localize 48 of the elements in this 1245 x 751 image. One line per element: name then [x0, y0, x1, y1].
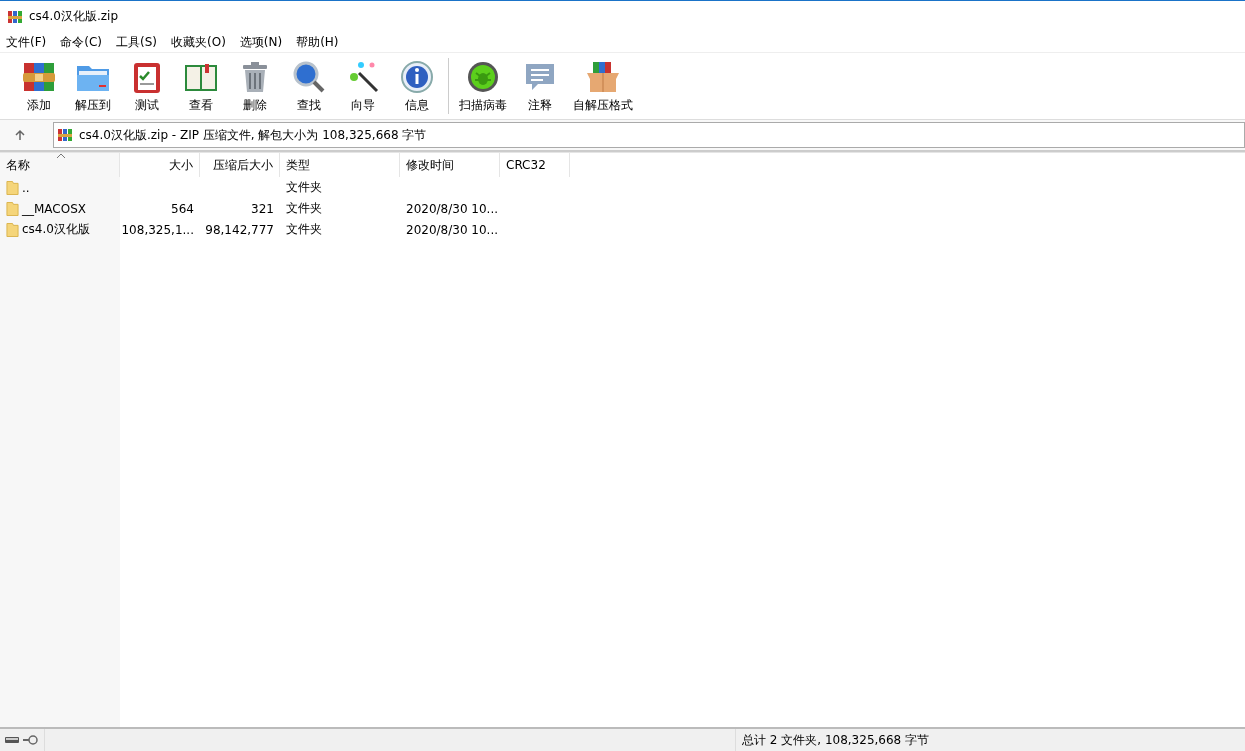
info-icon [399, 58, 435, 95]
column-header[interactable]: 修改时间 [400, 153, 500, 177]
table-cell: 98,142,777 [205, 222, 274, 237]
table-cell: 564 [171, 201, 194, 216]
up-arrow-icon[interactable] [14, 129, 26, 141]
table-cell: 2020/8/30 10... [406, 222, 499, 237]
toolbar-button[interactable]: 自解压格式 [567, 56, 639, 116]
table-cell: 文件夹 [286, 179, 322, 196]
drive-icon [4, 735, 20, 745]
status-text: 总计 2 文件夹, 108,325,668 字节 [742, 732, 930, 747]
sort-caret-icon [56, 153, 66, 159]
menu-item[interactable]: 命令(C) [60, 33, 102, 51]
menu-item[interactable]: 收藏夹(O) [171, 33, 226, 51]
address-field[interactable]: cs4.0汉化版.zip - ZIP 压缩文件, 解包大小为 108,325,668 字节 [53, 122, 1245, 148]
column-header[interactable]: 压缩后大小 [200, 153, 280, 177]
column-header[interactable]: CRC32 [500, 153, 570, 177]
toolbar-button[interactable]: 注释 [513, 56, 567, 116]
toolbar-button[interactable]: 删除 [228, 56, 282, 116]
table-cell: 108,325,1... [121, 222, 194, 237]
toolbar-button[interactable]: 向导 [336, 56, 390, 116]
key-icon [22, 735, 38, 745]
table-cell: 文件夹 [286, 200, 322, 217]
column-header[interactable]: 类型 [280, 153, 400, 177]
window-title: cs4.0汉化版.zip [29, 8, 118, 25]
toolbar-button[interactable]: 解压到 [66, 56, 120, 116]
archive-books-icon [57, 127, 73, 143]
table-cell: 321 [251, 201, 274, 216]
table-cell: __MACOSX [22, 201, 86, 216]
menu-item[interactable]: 帮助(H) [296, 33, 339, 51]
menu-item[interactable]: 选项(N) [239, 33, 283, 51]
toolbar-button[interactable]: 查看 [174, 56, 228, 116]
folder-icon [6, 221, 19, 238]
menu-item[interactable]: 工具(S) [116, 33, 157, 51]
toolbar-button[interactable]: 添加 [12, 56, 66, 116]
folder-icon [6, 200, 19, 217]
table-cell: cs4.0汉化版 [22, 221, 90, 238]
menu-item[interactable]: 文件(F) [6, 33, 47, 51]
column-header[interactable]: 名称 [0, 153, 120, 177]
folder-icon [6, 179, 19, 196]
table-cell: 2020/8/30 10... [406, 201, 499, 216]
table-cell: 文件夹 [286, 221, 322, 238]
archive-books-icon [7, 8, 23, 25]
column-header[interactable]: 大小 [120, 153, 200, 177]
toolbar-button[interactable]: 信息 [390, 56, 444, 116]
table-cell: .. [22, 180, 30, 195]
toolbar-button[interactable]: 查找 [282, 56, 336, 116]
toolbar-button[interactable]: 测试 [120, 56, 174, 116]
toolbar-button[interactable]: 扫描病毒 [453, 56, 513, 116]
